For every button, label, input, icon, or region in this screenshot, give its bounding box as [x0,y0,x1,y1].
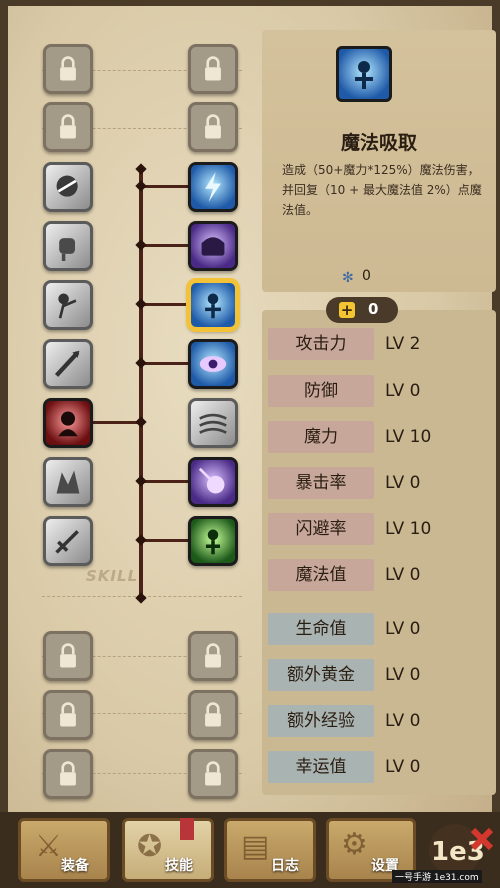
stat-name[interactable]: 额外黄金 [268,659,374,691]
stat-level: LV 0 [385,565,421,585]
tree-node [135,416,147,428]
stat-name[interactable]: 防御 [268,375,374,407]
lock-icon[interactable] [43,690,93,740]
stat-name[interactable]: 幸运值 [268,751,374,783]
lock-icon[interactable] [188,102,238,152]
stat-level: LV 10 [385,427,432,447]
skill-title: 魔法吸取 [340,132,417,154]
stat-name[interactable]: 魔法值 [268,559,374,591]
stat-level: LV 0 [385,619,421,639]
stat-name[interactable]: 暴击率 [268,467,374,499]
sword-skill-icon[interactable] [43,516,93,566]
roar-skill-icon[interactable] [43,162,93,212]
tree-node [135,357,147,369]
shadow-warrior-skill-icon[interactable] [43,398,93,448]
tree-branch [141,362,191,365]
stat-points-value: 0 [368,300,379,318]
lock-icon[interactable] [43,44,93,94]
tree-node [135,298,147,310]
mana-drain-skill-icon [336,46,392,102]
stat-level: LV 0 [385,757,421,777]
tab-skills[interactable]: ✪ 技能 [122,818,214,882]
stat-name[interactable]: 攻击力 [268,328,374,360]
mana-drain-skill-icon[interactable] [188,280,238,330]
skill-description: 造成（50+魔力*125%）魔法伤害，并回复（10 + 最大魔法值 2%）点魔法… [282,163,482,217]
tab-label: 日志 [271,858,299,874]
watermark-text: 一号手游 1e31.com [392,870,482,883]
pierce-skill-icon[interactable] [43,339,93,389]
skill-screen: SKILL 魔法吸取 造成（50+魔力*125%）魔法伤害，并回复（10 + 最… [0,0,500,888]
tree-branch [141,480,191,483]
skill-point-value: 0 [362,268,371,284]
stat-level: LV 10 [385,519,432,539]
skill-point-icon: ✻ [342,270,354,286]
tree-branch [141,539,191,542]
log-icon: ▤ [241,829,270,864]
tree-branch [141,185,191,188]
stat-name[interactable]: 魔力 [268,421,374,453]
settings-icon: ⚙ [341,827,368,862]
lock-icon[interactable] [188,690,238,740]
tree-branch [141,303,191,306]
lock-icon[interactable] [43,749,93,799]
tab-equipment[interactable]: ⚔ 装备 [18,818,110,882]
tree-node [135,163,147,175]
stat-name[interactable]: 生命值 [268,613,374,645]
tab-log[interactable]: ▤ 日志 [224,818,316,882]
stat-level: LV 0 [385,381,421,401]
chest-skill-icon[interactable] [188,221,238,271]
heal-skill-icon[interactable] [188,516,238,566]
lock-icon[interactable] [188,631,238,681]
stat-name[interactable]: 闪避率 [268,513,374,545]
stat-level: LV 0 [385,711,421,731]
tab-label: 技能 [165,858,193,874]
stat-name[interactable]: 额外经验 [268,705,374,737]
skill-tab-icon: ✪ [137,829,163,864]
tree-branch [141,244,191,247]
plus-icon: + [339,301,355,319]
fist-skill-icon[interactable] [43,221,93,271]
tree-node [135,239,147,251]
frame-left [0,0,8,888]
skill-section-label: SKILL [86,567,139,585]
tree-node [135,475,147,487]
lock-icon[interactable] [43,102,93,152]
tree-node [135,592,147,604]
tab-label: 装备 [61,858,89,874]
equipment-icon: ⚔ [35,829,62,864]
eye-skill-icon[interactable] [188,339,238,389]
bookmark-icon [180,818,194,840]
strike-skill-icon[interactable] [43,280,93,330]
stat-level: LV 0 [385,473,421,493]
meteor-skill-icon[interactable] [188,457,238,507]
stat-points-badge [326,297,398,323]
lock-icon[interactable] [188,749,238,799]
stat-level: LV 0 [385,665,421,685]
rage-skill-icon[interactable] [43,457,93,507]
frame-top [0,0,500,6]
lightning-skill-icon[interactable] [188,162,238,212]
lock-icon[interactable] [188,44,238,94]
tree-node [135,180,147,192]
lock-icon[interactable] [43,631,93,681]
tree-node [135,534,147,546]
wind-skill-icon[interactable] [188,398,238,448]
stat-level: LV 2 [385,334,421,354]
